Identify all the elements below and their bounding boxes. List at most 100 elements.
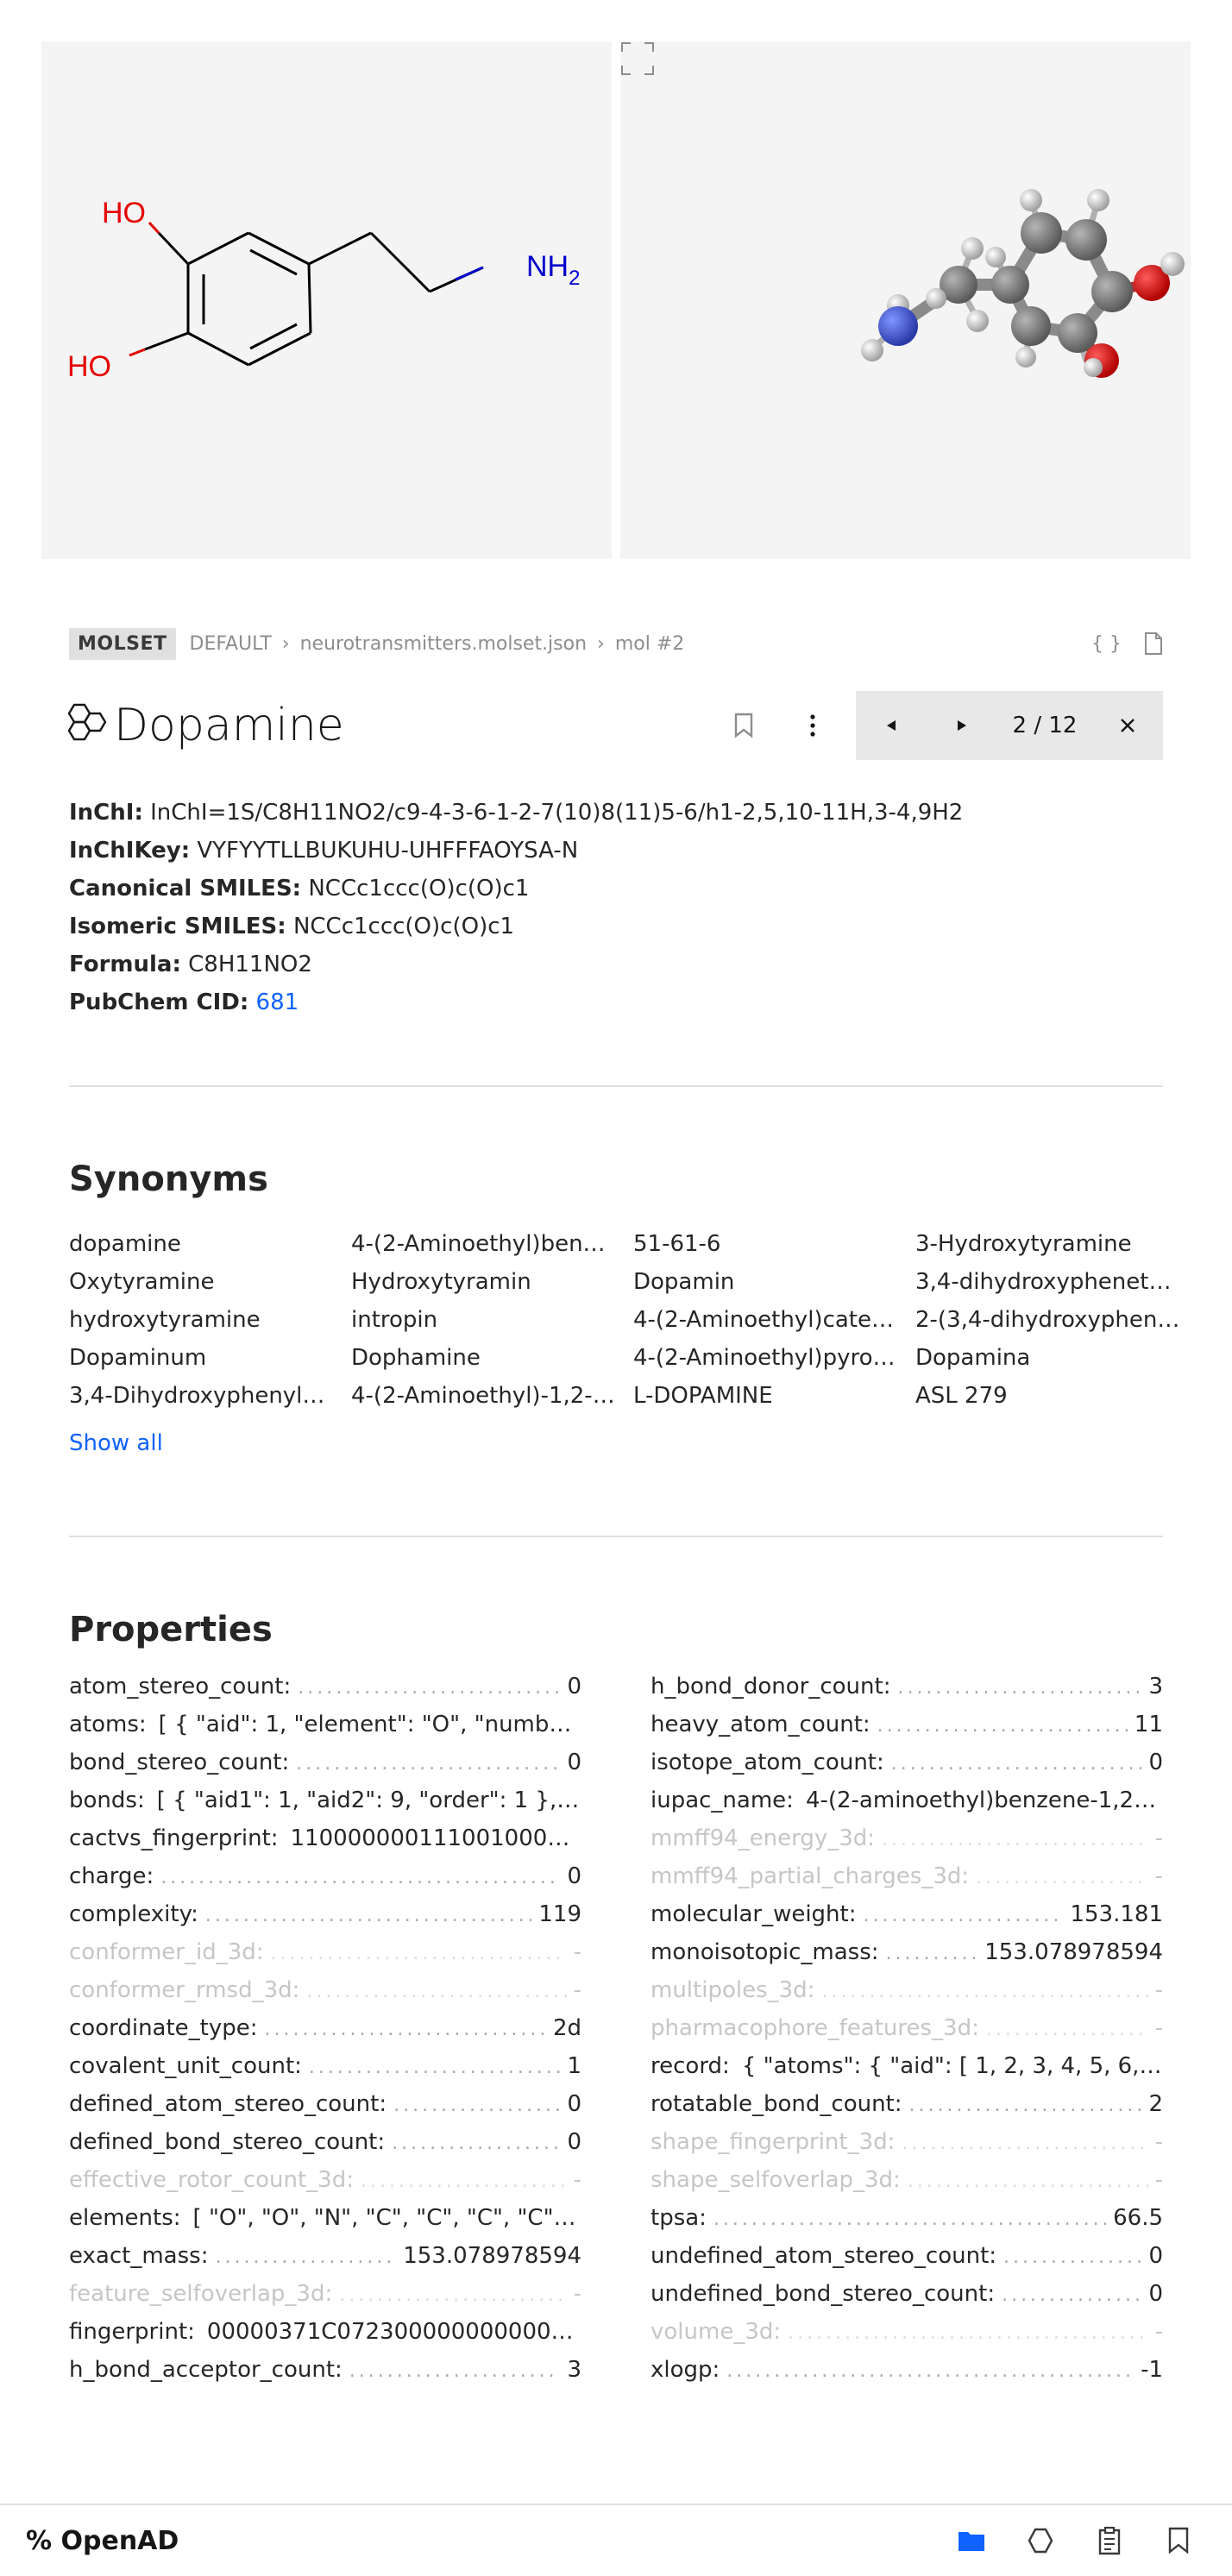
property-row: rotatable_bond_count: 2	[651, 2091, 1163, 2129]
identifier-value: C8H11NO2	[188, 952, 312, 977]
property-value: 153.078978594	[984, 1939, 1163, 1965]
breadcrumb: MOLSET DEFAULT › neurotransmitters.molse…	[69, 626, 1163, 661]
property-value: 153.181	[1070, 1901, 1163, 1927]
property-row: defined_atom_stereo_count: 0	[69, 2091, 581, 2129]
properties-column-right: h_bond_donor_count: 3 heavy_atom_count: 11 i…	[651, 1674, 1163, 2395]
identifier-canonical-smiles: Canonical SMILES: NCCc1ccc(O)c(O)c1	[69, 870, 1163, 908]
leader-dots	[205, 1905, 532, 1926]
property-key: xlogp:	[651, 2357, 720, 2383]
property-row: coordinate_type: 2d	[69, 2015, 581, 2053]
structure-3d-panel[interactable]	[620, 41, 1191, 559]
leader-dots	[309, 2057, 561, 2078]
brand-logo[interactable]: % OpenAD	[26, 2526, 179, 2556]
property-row: complexity: 119	[69, 1901, 581, 1939]
breadcrumb-item-molset-file[interactable]: neurotransmitters.molset.json	[300, 633, 587, 655]
molecule-icon	[67, 703, 107, 741]
property-key: effective_rotor_count_3d:	[69, 2167, 354, 2193]
property-row: bond_stereo_count: 0	[69, 1750, 581, 1787]
bookmark-button[interactable]	[709, 691, 778, 760]
property-value: 66.5	[1113, 2205, 1163, 2231]
property-row: fingerprint: 00000371C0723000000000000000…	[69, 2319, 581, 2357]
property-value: -	[573, 1977, 581, 2003]
bookmarks-button[interactable]	[1161, 2523, 1196, 2558]
properties-column-left: atom_stereo_count: 0 atoms: [ { "aid": 1, "…	[69, 1674, 581, 2395]
property-row: pharmacophore_features_3d: -	[651, 2015, 1163, 2053]
property-row: feature_selfoverlap_3d: -	[69, 2281, 581, 2319]
document-icon[interactable]	[1144, 631, 1163, 656]
fullscreen-icon[interactable]	[620, 41, 655, 76]
next-button[interactable]	[927, 691, 997, 760]
property-key: charge:	[69, 1863, 154, 1889]
property-value: 0	[1148, 1750, 1163, 1775]
atom-label-subscript: 2	[569, 267, 580, 290]
identifier-label: InChI:	[69, 800, 143, 826]
properties-heading: Properties	[69, 1610, 273, 1649]
property-row: shape_selfoverlap_3d: -	[651, 2167, 1163, 2205]
bookmark-icon	[734, 713, 753, 738]
synonym-item: 3,4-Dihydroxyphenylethylamine	[69, 1383, 351, 1409]
property-row: atom_stereo_count: 0	[69, 1674, 581, 1712]
property-row: undefined_bond_stereo_count: 0	[651, 2281, 1163, 2319]
structure-2d-drawing: HO HO NH2	[67, 197, 580, 383]
synonym-item: Oxytyramine	[69, 1269, 215, 1295]
molecules-button[interactable]	[1023, 2523, 1058, 2558]
identifier-inchikey: InChIKey: VYFYYTLLBUKUHU-UHFFFAOYSA-N	[69, 832, 1163, 870]
molsets-button[interactable]	[954, 2523, 989, 2558]
property-value: 0	[1148, 2243, 1163, 2269]
property-key: defined_atom_stereo_count:	[69, 2091, 387, 2117]
identifier-label: InChIKey:	[69, 838, 191, 864]
property-key: bonds:	[69, 1787, 145, 1813]
overflow-menu-icon	[810, 714, 815, 737]
identifier-value: InChI=1S/C8H11NO2/c9-4-3-6-1-2-7(10)8(11…	[150, 800, 964, 826]
properties-table: atom_stereo_count: 0 atoms: [ { "aid": 1, "…	[69, 1674, 1163, 2395]
property-row: tpsa: 66.5	[651, 2205, 1163, 2243]
clipboard-icon	[1098, 2526, 1121, 2555]
property-row: exact_mass: 153.078978594	[69, 2243, 581, 2281]
property-value: 119	[538, 1901, 581, 1927]
property-value: -	[1154, 2129, 1163, 2155]
leader-dots	[909, 2095, 1142, 2116]
property-key: cactvs_fingerprint:	[69, 1825, 279, 1851]
property-value: 0	[567, 1863, 581, 1889]
more-options-button[interactable]	[778, 691, 847, 760]
property-row: xlogp: -1	[651, 2357, 1163, 2395]
leader-dots	[298, 1677, 560, 1699]
property-key: defined_bond_stereo_count:	[69, 2129, 386, 2155]
structure-3d-render[interactable]	[620, 41, 1191, 559]
code-view-icon[interactable]: { }	[1091, 633, 1122, 655]
synonym-item: Dopaminum	[69, 1345, 207, 1371]
leader-dots	[271, 1943, 567, 1964]
property-key: atom_stereo_count:	[69, 1674, 292, 1700]
property-value: 0	[567, 2129, 581, 2155]
leader-dots	[1002, 2284, 1141, 2306]
property-row: molecular_weight: 153.181	[651, 1901, 1163, 1939]
footer-bar: % OpenAD	[0, 2504, 1232, 2576]
property-key: conformer_id_3d:	[69, 1939, 264, 1965]
close-button[interactable]	[1092, 691, 1163, 760]
property-key: undefined_bond_stereo_count:	[651, 2281, 996, 2307]
property-row: effective_rotor_count_3d: -	[69, 2167, 581, 2205]
leader-dots	[713, 2208, 1106, 2230]
property-value: 3	[1148, 1674, 1163, 1700]
leader-dots	[864, 1905, 1064, 1926]
previous-button[interactable]	[856, 691, 927, 760]
property-row: shape_fingerprint_3d: -	[651, 2129, 1163, 2167]
synonym-item: 3,4-dihydroxyphenethylamine	[915, 1269, 1197, 1295]
property-row: bonds: [ { "aid1": 1, "aid2": 9, "order":…	[69, 1787, 581, 1825]
synonym-item: L-DOPAMINE	[633, 1383, 773, 1409]
synonym-item: intropin	[351, 1307, 438, 1333]
identifier-value: NCCc1ccc(O)c(O)c1	[292, 914, 515, 939]
show-all-synonyms-link[interactable]: Show all	[69, 1430, 163, 1456]
leader-dots	[891, 1753, 1142, 1775]
property-key: atoms:	[69, 1712, 147, 1737]
synonym-item: 51-61-6	[633, 1231, 721, 1257]
leader-dots	[726, 2360, 1134, 2382]
pubchem-cid-link[interactable]: 681	[256, 990, 299, 1015]
leader-dots	[1003, 2246, 1141, 2268]
property-row: covalent_unit_count: 1	[69, 2053, 581, 2091]
results-button[interactable]	[1092, 2523, 1127, 2558]
breadcrumb-item-default[interactable]: DEFAULT	[190, 633, 272, 655]
caret-right-icon	[958, 720, 966, 731]
property-value: 0	[567, 1674, 581, 1700]
property-row: iupac_name: 4-(2-aminoethyl)benzene-1,2-d…	[651, 1787, 1163, 1825]
